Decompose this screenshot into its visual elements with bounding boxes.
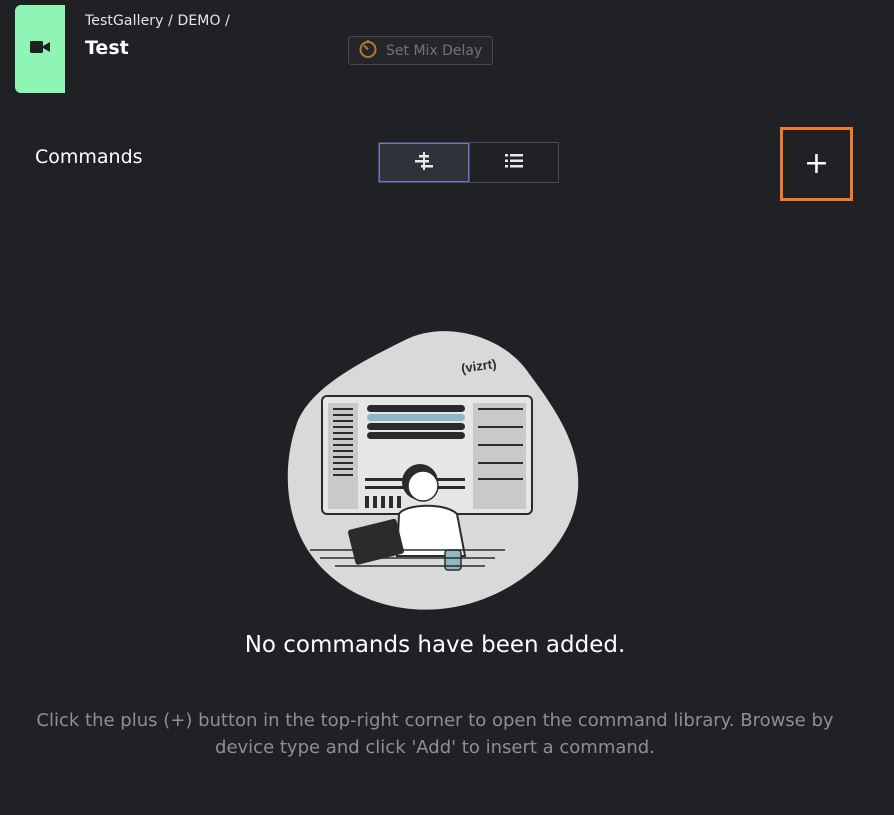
person-at-laptop-illustration: (vizrt) bbox=[285, 328, 585, 613]
list-view-icon bbox=[504, 153, 524, 173]
video-camera-icon bbox=[29, 39, 51, 59]
template-tile[interactable] bbox=[15, 5, 65, 93]
commands-heading: Commands bbox=[35, 146, 143, 168]
page-title: Test bbox=[85, 37, 129, 59]
timeline-view-button[interactable] bbox=[379, 143, 469, 182]
view-toggle bbox=[378, 142, 559, 183]
list-view-button[interactable] bbox=[468, 143, 558, 182]
timeline-view-icon bbox=[413, 151, 435, 175]
set-mix-delay-button[interactable]: Set Mix Delay bbox=[348, 36, 493, 65]
header: TestGallery / DEMO / Test Set Mix Delay bbox=[0, 0, 894, 110]
empty-state-description: Click the plus (+) button in the top-rig… bbox=[36, 710, 834, 758]
plus-icon: + bbox=[803, 146, 830, 181]
set-mix-delay-label: Set Mix Delay bbox=[386, 42, 483, 59]
add-command-button[interactable]: + bbox=[780, 127, 853, 201]
timer-icon bbox=[358, 39, 378, 63]
empty-state-title: No commands have been added. bbox=[244, 632, 626, 658]
breadcrumb[interactable]: TestGallery / DEMO / bbox=[85, 13, 230, 29]
